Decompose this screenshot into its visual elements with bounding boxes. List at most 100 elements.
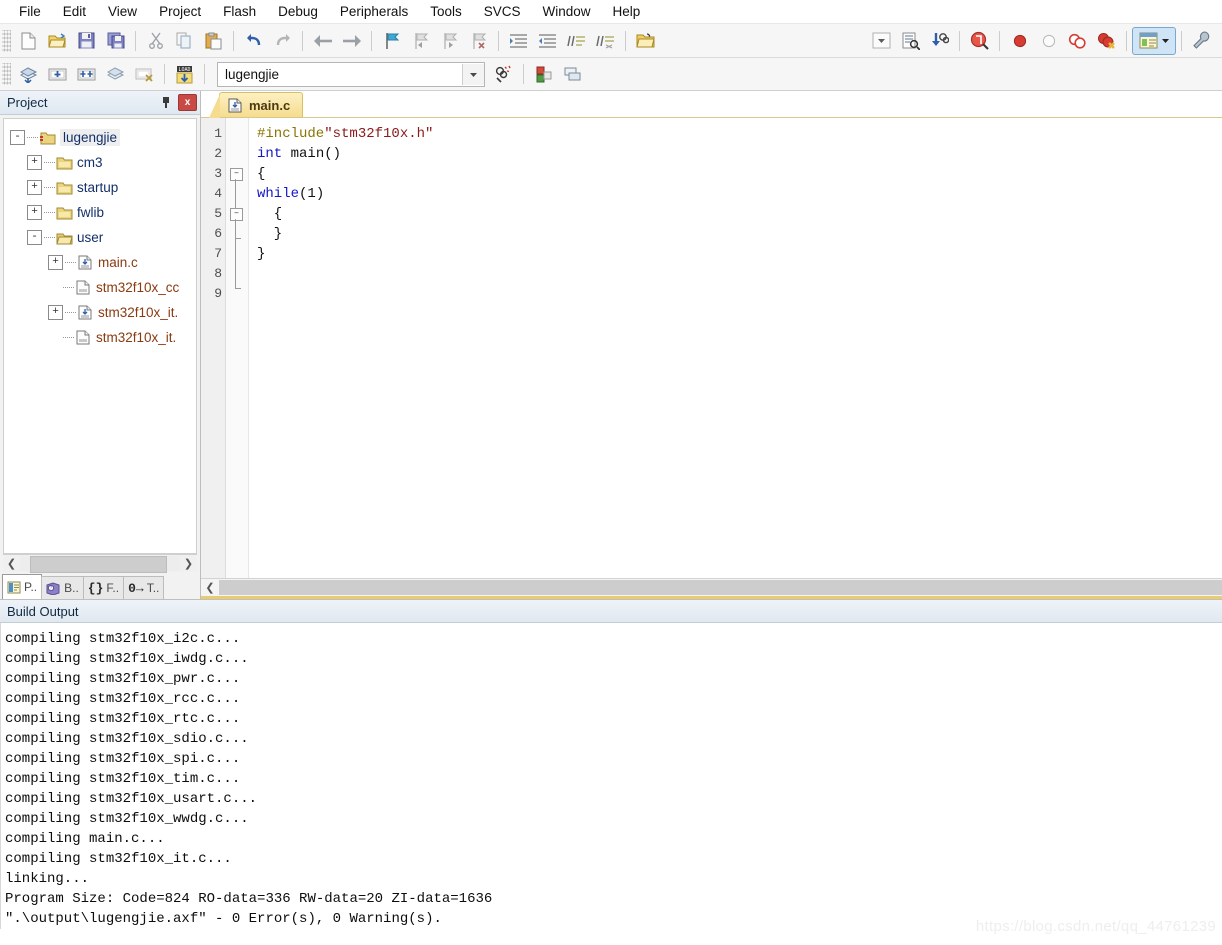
- menu-item-help[interactable]: Help: [602, 1, 652, 22]
- toolbar-grip[interactable]: [2, 29, 11, 52]
- tree-item-stm32f10x-it-h[interactable]: stm32f10x_it.: [10, 325, 196, 350]
- menu-item-window[interactable]: Window: [531, 1, 601, 22]
- configure-icon[interactable]: [1187, 27, 1216, 55]
- dropdown-icon[interactable]: [867, 27, 896, 55]
- tab-functions[interactable]: {} F..: [82, 576, 125, 599]
- start-debug-icon[interactable]: [965, 27, 994, 55]
- menu-item-peripherals[interactable]: Peripherals: [329, 1, 419, 22]
- navigate-back-icon[interactable]: [308, 27, 337, 55]
- pin-icon[interactable]: [156, 94, 175, 112]
- tree-item-label: stm32f10x_it.: [96, 330, 177, 345]
- tab-project[interactable]: P..: [2, 574, 43, 599]
- stop-build-icon[interactable]: [130, 60, 159, 88]
- tree-item-cm3[interactable]: + cm3: [10, 150, 196, 175]
- undo-icon[interactable]: [239, 27, 268, 55]
- scrollbar-track[interactable]: [219, 580, 1222, 595]
- tree-item-stm32f10x-it-c[interactable]: + stm32f10x_it.: [10, 300, 196, 325]
- build-icon[interactable]: [43, 60, 72, 88]
- comment-icon[interactable]: [562, 27, 591, 55]
- tree-connector: [44, 186, 55, 189]
- indent-icon[interactable]: [504, 27, 533, 55]
- tree-item-stm32f10x-conf-h[interactable]: stm32f10x_cc: [10, 275, 196, 300]
- c-file-icon: [77, 255, 94, 270]
- tree-item-main-c[interactable]: + main.c: [10, 250, 196, 275]
- outdent-icon[interactable]: [533, 27, 562, 55]
- menu-item-project[interactable]: Project: [148, 1, 212, 22]
- tree-item-user[interactable]: - user: [10, 225, 196, 250]
- bookmark-clear-icon[interactable]: [464, 27, 493, 55]
- breakpoint-kill-all-icon[interactable]: [1092, 27, 1121, 55]
- menu-item-edit[interactable]: Edit: [52, 1, 97, 22]
- cut-icon[interactable]: [141, 27, 170, 55]
- tree-toggle[interactable]: +: [27, 205, 42, 220]
- copy-icon[interactable]: [170, 27, 199, 55]
- target-selector[interactable]: lugengjie: [217, 61, 485, 87]
- uncomment-icon[interactable]: [591, 27, 620, 55]
- translate-icon[interactable]: [14, 60, 43, 88]
- breakpoint-insert-icon[interactable]: [1005, 27, 1034, 55]
- tree-toggle[interactable]: -: [10, 130, 25, 145]
- code-folding-column[interactable]: – –: [226, 118, 249, 578]
- tree-item-fwlib[interactable]: + fwlib: [10, 200, 196, 225]
- build-log-line: compiling stm32f10x_i2c.c...: [5, 631, 241, 647]
- scrollbar-thumb[interactable]: [30, 556, 167, 573]
- code-editor[interactable]: 1 2 3 4 5 6 7 8 9 – – #include"stm32f10x…: [201, 118, 1222, 578]
- breakpoint-disable-icon[interactable]: [1034, 27, 1063, 55]
- menu-item-tools[interactable]: Tools: [419, 1, 473, 22]
- scroll-left-icon[interactable]: ❮: [3, 556, 20, 571]
- editor-hscrollbar[interactable]: ❮: [201, 578, 1222, 596]
- bookmark-toggle-icon[interactable]: [377, 27, 406, 55]
- tree-toggle[interactable]: +: [48, 255, 63, 270]
- menu-item-svcs[interactable]: SVCS: [473, 1, 532, 22]
- new-file-icon[interactable]: [14, 27, 43, 55]
- bookmark-search-icon[interactable]: [925, 27, 954, 55]
- build-output-log[interactable]: compiling stm32f10x_i2c.c... compiling s…: [0, 623, 1222, 929]
- tree-item-lugengjie[interactable]: - lugengjie: [10, 125, 196, 150]
- fold-toggle-line-5[interactable]: –: [230, 208, 243, 221]
- scroll-left-icon[interactable]: ❮: [201, 580, 219, 595]
- paste-icon[interactable]: [199, 27, 228, 55]
- menu-item-flash[interactable]: Flash: [212, 1, 267, 22]
- tree-toggle[interactable]: +: [27, 180, 42, 195]
- rebuild-icon[interactable]: [72, 60, 101, 88]
- download-icon[interactable]: LOAD: [170, 60, 199, 88]
- tree-toggle[interactable]: -: [27, 230, 42, 245]
- batch-build-icon[interactable]: [101, 60, 130, 88]
- close-icon[interactable]: x: [178, 94, 197, 111]
- save-all-icon[interactable]: [101, 27, 130, 55]
- fold-toggle-line-3[interactable]: –: [230, 168, 243, 181]
- menu-item-debug[interactable]: Debug: [267, 1, 329, 22]
- toolbar-grip[interactable]: [2, 63, 11, 85]
- menu-item-file[interactable]: File: [8, 1, 52, 22]
- chevron-down-icon[interactable]: [462, 63, 484, 85]
- menu-item-view[interactable]: View: [97, 1, 148, 22]
- breakpoint-disable-all-icon[interactable]: [1063, 27, 1092, 55]
- bookmark-prev-icon[interactable]: [406, 27, 435, 55]
- manage-layers-icon[interactable]: [558, 60, 587, 88]
- window-panes-icon[interactable]: [1132, 26, 1176, 55]
- navigate-forward-icon[interactable]: [337, 27, 366, 55]
- tree-toggle[interactable]: +: [27, 155, 42, 170]
- find-in-files-icon[interactable]: [896, 27, 925, 55]
- redo-icon[interactable]: [268, 27, 297, 55]
- bookmark-next-icon[interactable]: [435, 27, 464, 55]
- project-tree[interactable]: - lugengjie + cm3 + startup + fwlib - us…: [3, 118, 197, 554]
- line-number: 1: [214, 126, 222, 141]
- tree-toggle[interactable]: +: [48, 305, 63, 320]
- save-icon[interactable]: [72, 27, 101, 55]
- tab-label: T..: [146, 581, 160, 595]
- tab-books[interactable]: ? B..: [41, 576, 84, 599]
- open-folder-icon[interactable]: [631, 27, 660, 55]
- scroll-right-icon[interactable]: ❯: [180, 556, 197, 571]
- target-options-icon[interactable]: [489, 60, 518, 88]
- project-tree-hscrollbar[interactable]: ❮ ❯: [3, 554, 197, 573]
- code-text[interactable]: #include"stm32f10x.h" int main() { while…: [249, 118, 1222, 578]
- manage-project-items-icon[interactable]: [529, 60, 558, 88]
- scrollbar-track[interactable]: [20, 556, 180, 573]
- tree-item-startup[interactable]: + startup: [10, 175, 196, 200]
- code-token: (1): [299, 186, 325, 202]
- tab-templates[interactable]: 0→ T..: [123, 576, 165, 599]
- open-file-icon[interactable]: [43, 27, 72, 55]
- editor-tab-main-c[interactable]: main.c: [208, 92, 304, 118]
- build-log-line: compiling stm32f10x_pwr.c...: [5, 671, 241, 687]
